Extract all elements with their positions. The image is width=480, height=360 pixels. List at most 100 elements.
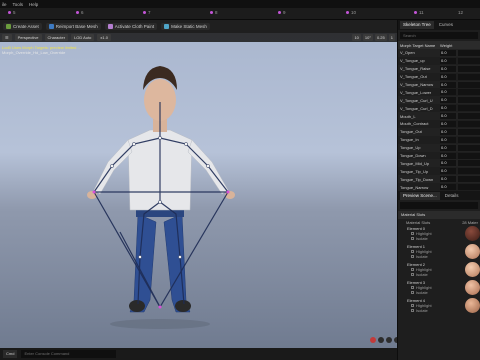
playback-speed-button[interactable]: x1.0 [97,34,111,41]
morph-target-row[interactable]: Mouth_Contract 0.0 [398,120,480,128]
morph-slider[interactable] [458,89,480,96]
morph-slider[interactable] [458,184,480,191]
console-input[interactable]: Enter Console Command [21,350,117,358]
3d-viewport[interactable]: ☰ Perspective Character LOD Auto x1.0 10… [0,33,397,348]
checkbox-icon[interactable] [411,273,414,277]
material-thumbnail[interactable] [465,280,480,296]
morph-target-row[interactable]: Tongue_Narrow 0.0 [398,183,480,191]
material-thumbnail[interactable] [465,262,480,278]
morph-slider[interactable] [458,128,480,135]
viewport-options-button[interactable]: ☰ [2,34,12,41]
morph-weight-field[interactable]: 0.0 [440,184,456,191]
morph-weight-field[interactable]: 0.0 [440,176,456,183]
morph-weight-field[interactable]: 0.0 [440,97,456,104]
console-mode-dropdown[interactable]: Cmd [3,350,18,358]
tab-details[interactable]: Details [442,192,462,200]
menu-help[interactable]: Help [29,2,38,7]
material-thumbnail[interactable] [465,298,480,314]
morph-slider[interactable] [458,136,480,143]
material-thumbnail[interactable] [465,244,480,260]
morph-slider[interactable] [458,105,480,112]
record-button[interactable] [370,337,376,343]
checkbox-icon[interactable] [411,268,414,272]
prev-frame-button[interactable] [378,337,384,343]
checkbox-icon[interactable] [411,232,414,236]
checkbox-icon[interactable] [411,309,414,313]
tab-preview-scene[interactable]: Preview Scene... [400,191,440,200]
reimport-base-mesh-button[interactable]: Reimport Base Mesh [45,23,101,30]
checkbox-icon[interactable] [411,304,414,308]
checkbox-icon[interactable] [411,291,414,295]
make-static-mesh-button[interactable]: Make Static Mesh [161,23,210,30]
checkbox-icon[interactable] [411,255,414,259]
tab-skeleton-tree[interactable]: Skeleton Tree [400,21,434,29]
morph-weight-field[interactable]: 0.0 [440,81,456,88]
details-search-input[interactable] [400,202,478,210]
perspective-button[interactable]: Perspective [14,34,42,41]
timeline-ruler[interactable]: 5 6 7 8 9 10 11 12 [0,8,480,20]
morph-weight-field[interactable]: 0.0 [440,152,456,159]
morph-target-row[interactable]: V_Tongue_Curl_U 0.0 [398,96,480,105]
morph-target-row[interactable]: Tongue_In 0.0 [398,136,480,144]
morph-target-row[interactable]: V_Tongue_up 0.0 [398,57,480,65]
weight-header[interactable]: Weight [440,43,460,48]
scale-snap-button[interactable]: 0.25 [374,34,387,41]
morph-target-row[interactable]: Tongue_Tip_Up 0.0 [398,167,480,175]
morph-slider[interactable] [458,120,480,127]
morph-weight-field[interactable]: 0.0 [440,73,456,80]
play-button[interactable] [386,337,392,343]
morph-weight-field[interactable]: 0.0 [440,57,456,64]
morph-weight-field[interactable]: 0.0 [440,49,456,56]
morph-target-row[interactable]: V_Tongue_Raise 0.0 [398,64,480,73]
morph-target-row[interactable]: Tongue_Out 0.0 [398,127,480,136]
morph-slider[interactable] [458,81,480,88]
morph-weight-field[interactable]: 0.0 [440,144,456,151]
morph-slider[interactable] [458,65,480,72]
camera-speed-button[interactable]: 1 [388,34,395,41]
morph-slider[interactable] [458,144,480,151]
morph-search-input[interactable]: Search [400,32,478,39]
morph-slider[interactable] [458,168,480,175]
morph-slider[interactable] [458,97,480,104]
morph-slider[interactable] [458,160,480,167]
morph-weight-field[interactable]: 0.0 [440,160,456,167]
morph-target-row[interactable]: V_Tongue_Narrow 0.0 [398,80,480,89]
morph-weight-field[interactable]: 0.0 [440,89,456,96]
morph-weight-field[interactable]: 0.0 [440,120,456,127]
morph-target-row[interactable]: Tongue_Down 0.0 [398,152,480,160]
morph-slider[interactable] [458,176,480,183]
create-asset-button[interactable]: Create Asset [3,23,42,30]
morph-target-row[interactable]: V_Open 0.0 [398,49,480,57]
material-thumbnail[interactable] [465,226,480,242]
morph-slider[interactable] [458,57,480,64]
activate-cloth-paint-button[interactable]: Activate Cloth Paint [104,23,158,30]
morph-target-row[interactable]: Tongue_Mid_Up 0.0 [398,159,480,168]
morph-slider[interactable] [458,113,480,120]
morph-target-row[interactable]: V_Tongue_Curl_D 0.0 [398,104,480,112]
morph-target-row[interactable]: Mouth_L 0.0 [398,112,480,121]
morph-weight-field[interactable]: 0.0 [440,128,456,135]
morph-slider[interactable] [458,73,480,80]
morph-target-row[interactable]: V_Tongue_Out 0.0 [398,73,480,81]
morph-weight-field[interactable]: 0.0 [440,168,456,175]
morph-name-header[interactable]: Morph Target Name [400,43,440,48]
morph-slider[interactable] [458,152,480,159]
checkbox-icon[interactable] [411,286,414,290]
morph-target-row[interactable]: V_Tongue_Lower 0.0 [398,88,480,96]
character-button[interactable]: Character [44,34,69,41]
material-section-header[interactable]: Material Slots [398,211,480,220]
morph-target-row[interactable]: Tongue_Tip_Down 0.0 [398,175,480,184]
morph-weight-field[interactable]: 0.0 [440,65,456,72]
rotation-snap-button[interactable]: 10° [362,34,373,41]
morph-weight-field[interactable]: 0.0 [440,113,456,120]
morph-slider[interactable] [458,49,480,56]
morph-weight-field[interactable]: 0.0 [440,105,456,112]
grid-snap-button[interactable]: 10 [352,34,361,41]
morph-weight-field[interactable]: 0.0 [440,136,456,143]
lod-button[interactable]: LOD Auto [71,34,95,41]
morph-target-row[interactable]: Tongue_Up 0.0 [398,143,480,152]
tab-curves[interactable]: Curves [436,21,456,29]
menu-file[interactable]: ile [2,2,7,7]
checkbox-icon[interactable] [411,237,414,241]
menu-tools[interactable]: Tools [13,2,24,7]
